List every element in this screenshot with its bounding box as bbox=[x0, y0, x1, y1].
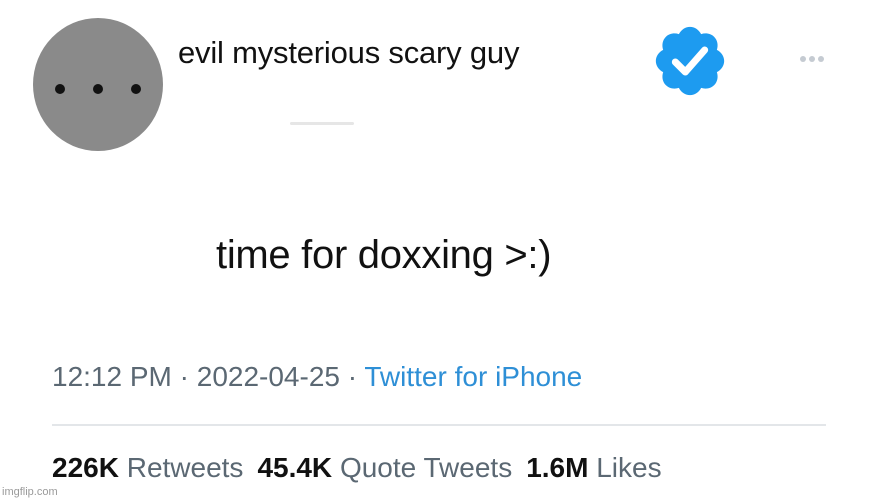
tweet-date: 2022-04-25 bbox=[196, 361, 340, 392]
meta-separator: · bbox=[179, 361, 189, 392]
quote-tweets-label: Quote Tweets bbox=[339, 452, 513, 483]
quote-tweets-stat[interactable]: 45.4K Quote Tweets bbox=[257, 452, 512, 483]
avatar-placeholder-dots bbox=[33, 84, 163, 94]
likes-label: Likes bbox=[596, 452, 662, 483]
likes-count: 1.6M bbox=[526, 452, 589, 483]
tweet-time: 12:12 PM bbox=[52, 361, 172, 392]
tweet-source-link[interactable]: Twitter for iPhone bbox=[364, 361, 582, 392]
tweet-stats: 226K Retweets 45.4K Quote Tweets 1.6M Like… bbox=[52, 452, 662, 484]
tweet-meta: 12:12 PM · 2022-04-25 · Twitter for iPho… bbox=[52, 361, 582, 393]
tweet-text: time for doxxing >:) bbox=[216, 233, 552, 277]
divider bbox=[52, 424, 826, 426]
verified-badge-icon bbox=[655, 26, 725, 96]
watermark: imgflip.com bbox=[2, 486, 58, 498]
likes-stat[interactable]: 1.6M Likes bbox=[526, 452, 661, 483]
avatar[interactable] bbox=[33, 18, 163, 151]
retweets-label: Retweets bbox=[126, 452, 244, 483]
handle-smudge bbox=[290, 122, 354, 125]
quote-tweets-count: 45.4K bbox=[257, 452, 333, 483]
display-name[interactable]: evil mysterious scary guy bbox=[178, 35, 519, 71]
meta-separator: · bbox=[347, 361, 358, 392]
retweets-stat[interactable]: 226K Retweets bbox=[52, 452, 243, 483]
retweets-count: 226K bbox=[52, 452, 119, 483]
more-options-icon[interactable] bbox=[800, 56, 824, 62]
